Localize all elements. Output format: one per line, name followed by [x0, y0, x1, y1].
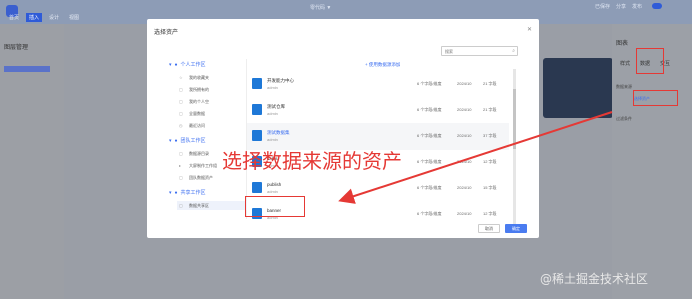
watermark: @稀土掘金技术社区: [540, 272, 649, 286]
annotation-arrow: [338, 111, 613, 204]
